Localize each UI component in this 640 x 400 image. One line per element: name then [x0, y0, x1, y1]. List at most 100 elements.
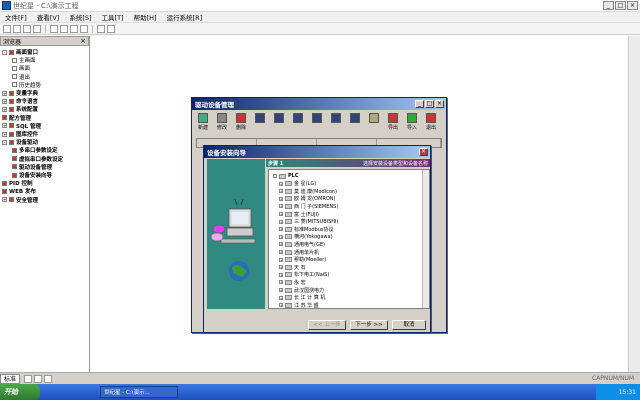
tree-item[interactable]: - 设备驱动 — [2, 138, 38, 146]
expand-icon[interactable]: + — [279, 250, 283, 254]
expand-icon[interactable]: + — [279, 219, 283, 224]
expand-icon[interactable]: + — [279, 227, 283, 232]
close-button[interactable]: × — [627, 1, 638, 10]
expand-icon[interactable]: + — [2, 131, 7, 137]
expand-icon[interactable]: + — [279, 212, 283, 216]
tree-item[interactable]: PID 控制 — [2, 179, 33, 187]
node-icon — [9, 131, 14, 137]
redo-icon[interactable] — [107, 24, 115, 33]
tree-item[interactable]: 退出 — [12, 73, 30, 81]
device-tool-button[interactable] — [251, 112, 269, 134]
expand-icon[interactable]: + — [279, 288, 283, 292]
tree-item[interactable]: + 命令语言 — [2, 97, 38, 105]
maximize-button[interactable]: □ — [425, 100, 434, 108]
cut-icon[interactable] — [50, 24, 58, 33]
expand-icon[interactable]: + — [279, 295, 283, 300]
expand-icon[interactable]: + — [2, 106, 7, 112]
device-type-item[interactable]: + 江 苏 华 盛 — [279, 301, 319, 308]
workspace-scrollbar[interactable] — [628, 36, 640, 372]
folder-icon — [285, 272, 292, 278]
close-icon[interactable]: × — [80, 37, 86, 45]
tab-standard-label: 标准 — [4, 376, 17, 383]
menu-system[interactable]: 系统[S] — [64, 12, 96, 22]
menu-help[interactable]: 帮助[H] — [129, 12, 162, 22]
tree-item[interactable]: 配方管理 — [2, 114, 31, 122]
device-tool-button[interactable]: 新建 — [194, 112, 212, 134]
expand-icon[interactable]: + — [279, 196, 283, 201]
tree-item[interactable]: 历史趋势 — [12, 81, 41, 89]
expand-icon[interactable]: + — [279, 204, 283, 209]
layer-icon[interactable] — [24, 374, 33, 383]
tree-item[interactable]: + 变量字典 — [2, 89, 38, 97]
expand-icon[interactable]: + — [2, 98, 7, 104]
expand-icon[interactable]: + — [279, 242, 283, 247]
expand-icon[interactable]: + — [2, 90, 7, 96]
expand-icon[interactable]: + — [279, 280, 283, 285]
tree-item[interactable]: 多串口参数设定 — [12, 146, 58, 154]
expand-icon[interactable]: - — [2, 139, 7, 145]
tool-icon — [274, 113, 284, 123]
next-button[interactable]: 下一步 >> — [350, 320, 388, 330]
tree-item[interactable]: + 安全管理 — [2, 196, 38, 204]
tree-item[interactable]: + SQL 管理 — [2, 122, 41, 130]
tree-item[interactable]: 设备安装向导 — [12, 171, 52, 179]
save-icon[interactable] — [23, 24, 31, 33]
delete-icon[interactable] — [80, 24, 88, 33]
device-tool-button[interactable] — [308, 112, 326, 134]
expand-icon[interactable]: + — [279, 265, 283, 270]
minimize-button[interactable]: _ — [415, 100, 424, 108]
device-type-label: 莫 迪 康(Modicon) — [294, 188, 337, 195]
tree-item[interactable]: - 画面窗口 — [2, 48, 38, 56]
tree-item[interactable]: + 系统配置 — [2, 105, 38, 113]
menu-file[interactable]: 文件[F] — [0, 12, 32, 22]
expand-icon[interactable]: + — [2, 123, 7, 129]
device-tree-scrollbar[interactable] — [422, 170, 429, 308]
device-tool-button[interactable]: 导出 — [384, 112, 402, 134]
tab-standard[interactable]: 标准 — [0, 373, 21, 384]
device-tool-button[interactable]: 修改 — [213, 112, 231, 134]
tree-item[interactable]: 虚拟串口参数设定 — [12, 155, 63, 163]
folder-icon — [279, 173, 286, 179]
open-folder-icon[interactable] — [13, 24, 21, 33]
tree-item[interactable]: + 图库控件 — [2, 130, 38, 138]
undo-icon[interactable] — [97, 24, 105, 33]
minimize-button[interactable]: _ — [603, 1, 614, 10]
device-tool-button[interactable]: 导入 — [403, 112, 421, 134]
maximize-button[interactable]: □ — [615, 1, 626, 10]
device-tool-button[interactable] — [270, 112, 288, 134]
expand-icon[interactable]: + — [279, 181, 283, 186]
expand-icon[interactable]: + — [279, 303, 283, 308]
paste-icon[interactable] — [70, 24, 78, 33]
tree-item[interactable]: 主画面 — [12, 56, 36, 64]
expand-icon[interactable]: + — [2, 197, 7, 203]
menu-view[interactable]: 查看[V] — [32, 12, 65, 22]
expand-icon[interactable]: + — [279, 272, 283, 277]
taskbar-app-button[interactable]: 世纪星 - C:\演示... — [100, 386, 178, 398]
new-file-icon[interactable] — [3, 24, 11, 33]
device-tool-button[interactable]: 退出 — [422, 112, 440, 134]
back-button[interactable]: << 上一步 — [308, 320, 346, 330]
start-button[interactable]: 开始 — [0, 384, 40, 400]
tree-item[interactable]: WEB 发布 — [2, 187, 36, 195]
menu-tools[interactable]: 工具[T] — [97, 12, 129, 22]
expand-icon[interactable]: - — [273, 174, 277, 178]
close-button[interactable]: × — [435, 100, 444, 108]
copy-icon[interactable] — [60, 24, 68, 33]
expand-icon[interactable]: + — [279, 189, 283, 194]
tree-item[interactable]: 驱动设备管理 — [12, 163, 52, 171]
device-tool-button[interactable] — [327, 112, 345, 134]
device-tool-button[interactable] — [346, 112, 364, 134]
align-icon[interactable] — [34, 374, 43, 383]
device-tool-button[interactable]: 删除 — [232, 112, 250, 134]
tree-item[interactable]: 画面 — [12, 64, 30, 72]
device-tool-button[interactable] — [365, 112, 383, 134]
group-icon[interactable] — [44, 374, 53, 383]
close-button[interactable]: × — [419, 148, 428, 156]
expand-icon[interactable]: + — [279, 257, 283, 262]
menu-runtime[interactable]: 运行系统[R] — [162, 12, 208, 22]
expand-icon[interactable]: - — [2, 49, 7, 55]
cancel-button[interactable]: 取消 — [392, 320, 426, 330]
device-tool-button[interactable] — [289, 112, 307, 134]
expand-icon[interactable]: + — [279, 234, 283, 239]
print-icon[interactable] — [33, 24, 41, 33]
